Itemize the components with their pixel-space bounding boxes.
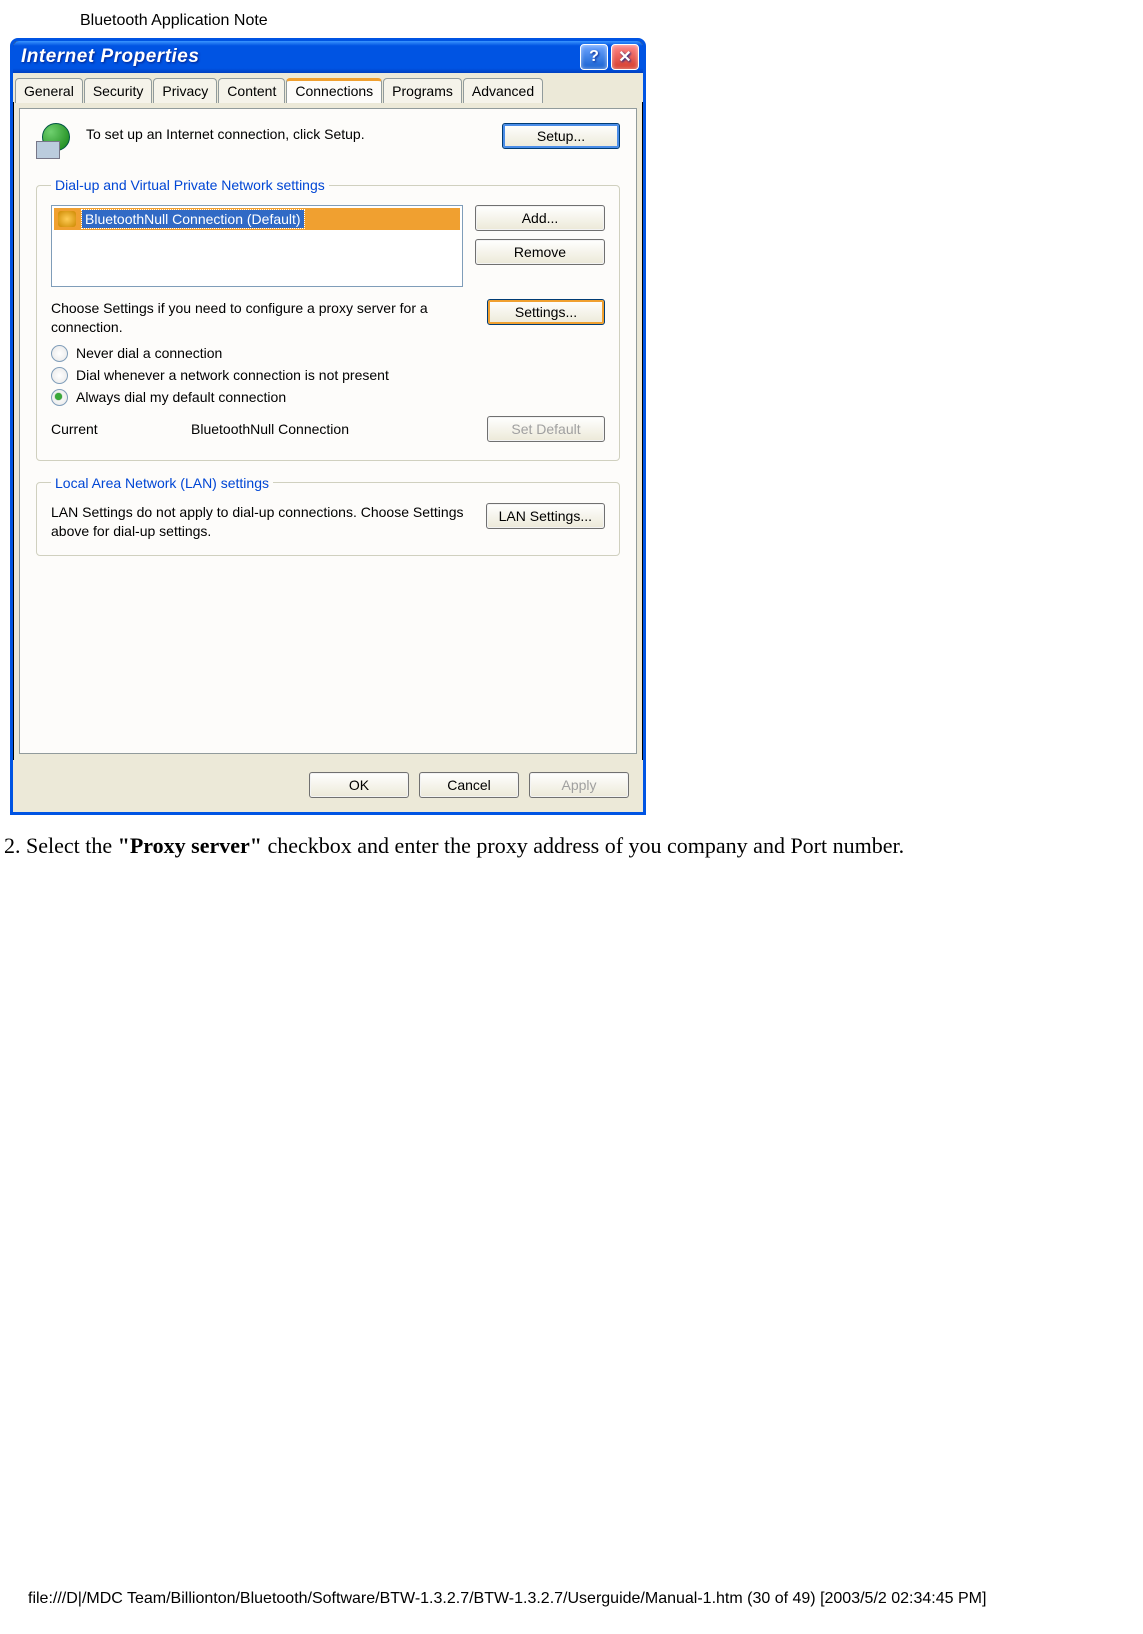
connection-icon: [58, 211, 76, 227]
lan-group: Local Area Network (LAN) settings LAN Se…: [36, 475, 620, 556]
dialog-title: Internet Properties: [21, 46, 577, 68]
setup-button[interactable]: Setup...: [502, 123, 620, 149]
radio-always-dial[interactable]: Always dial my default connection: [51, 389, 605, 406]
instruction-bold: "Proxy server": [118, 833, 262, 858]
globe-monitor-icon: [36, 123, 76, 163]
tab-strip: General Security Privacy Content Connect…: [13, 73, 643, 102]
page-footer: file:///D|/MDC Team/Billionton/Bluetooth…: [28, 1590, 1118, 1608]
instruction-step-2: 2. Select the "Proxy server" checkbox an…: [0, 815, 1143, 871]
dialup-vpn-group: Dial-up and Virtual Private Network sett…: [36, 177, 620, 461]
radio-label: Never dial a connection: [76, 345, 222, 361]
current-value: BluetoothNull Connection: [191, 421, 477, 437]
radio-never-dial[interactable]: Never dial a connection: [51, 345, 605, 362]
set-default-button: Set Default: [487, 416, 605, 442]
instruction-prefix: 2. Select the: [4, 833, 118, 858]
close-icon[interactable]: ✕: [611, 44, 639, 70]
ok-button[interactable]: OK: [309, 772, 409, 798]
tab-content[interactable]: Content: [218, 78, 285, 103]
radio-icon: [51, 345, 68, 362]
radio-label: Always dial my default connection: [76, 389, 286, 405]
cancel-button[interactable]: Cancel: [419, 772, 519, 798]
radio-label: Dial whenever a network connection is no…: [76, 367, 389, 383]
current-label: Current: [51, 421, 181, 437]
tab-advanced[interactable]: Advanced: [463, 78, 543, 103]
lan-text: LAN Settings do not apply to dial-up con…: [51, 503, 474, 541]
radio-dial-whenever[interactable]: Dial whenever a network connection is no…: [51, 367, 605, 384]
page-header: Bluetooth Application Note: [0, 0, 1143, 38]
tab-security[interactable]: Security: [84, 78, 153, 103]
lan-settings-button[interactable]: LAN Settings...: [486, 503, 605, 529]
dialup-vpn-legend: Dial-up and Virtual Private Network sett…: [51, 177, 329, 193]
radio-icon: [51, 367, 68, 384]
tab-general[interactable]: General: [15, 78, 83, 103]
help-icon[interactable]: ?: [580, 44, 608, 70]
setup-text: To set up an Internet connection, click …: [86, 123, 502, 143]
remove-button[interactable]: Remove: [475, 239, 605, 265]
titlebar[interactable]: Internet Properties ? ✕: [13, 41, 643, 73]
tab-privacy[interactable]: Privacy: [153, 78, 217, 103]
internet-properties-dialog: Internet Properties ? ✕ General Security…: [10, 38, 646, 815]
dialog-button-row: OK Cancel Apply: [13, 760, 643, 812]
tab-body-connections: To set up an Internet connection, click …: [20, 108, 636, 753]
settings-text: Choose Settings if you need to configure…: [51, 299, 477, 337]
lan-legend: Local Area Network (LAN) settings: [51, 475, 273, 491]
radio-icon: [51, 389, 68, 406]
list-item-label: BluetoothNull Connection (Default): [82, 210, 304, 228]
apply-button: Apply: [529, 772, 629, 798]
settings-button[interactable]: Settings...: [487, 299, 605, 325]
tab-connections[interactable]: Connections: [286, 78, 382, 103]
instruction-suffix: checkbox and enter the proxy address of …: [262, 833, 904, 858]
connection-listbox[interactable]: BluetoothNull Connection (Default): [51, 205, 463, 287]
list-item[interactable]: BluetoothNull Connection (Default): [54, 208, 460, 230]
tab-programs[interactable]: Programs: [383, 78, 462, 103]
add-button[interactable]: Add...: [475, 205, 605, 231]
